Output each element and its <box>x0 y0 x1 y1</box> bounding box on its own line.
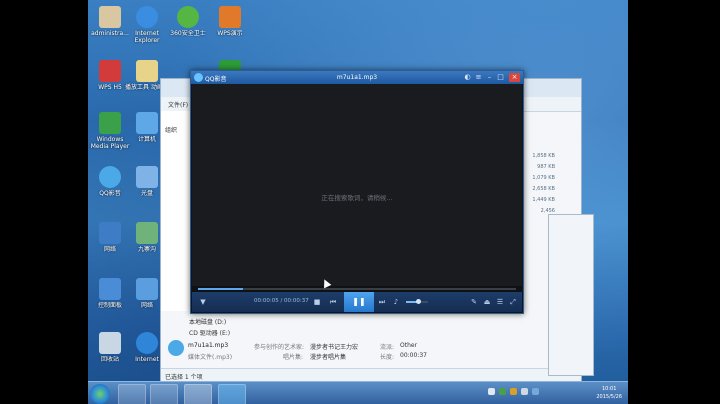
system-clock[interactable]: 10:01 2015/5/26 <box>596 385 622 401</box>
eject-icon[interactable]: ⏏ <box>482 296 492 308</box>
clock-time: 10:01 <box>601 386 617 392</box>
tray-network-icon[interactable] <box>499 388 506 395</box>
taskbar-explorer[interactable] <box>118 384 146 404</box>
desktop-icon-internet-explorer[interactable]: Internet Explorer <box>125 6 169 44</box>
size-cell: 987 KB <box>537 164 555 170</box>
details-file-type: 媒体文件(.mp3) <box>188 354 233 361</box>
next-icon[interactable]: ⏭ <box>377 296 387 308</box>
volume-icon[interactable]: ♪ <box>391 296 401 308</box>
start-button[interactable] <box>90 384 110 404</box>
desktop-icon-360[interactable]: 360安全卫士 <box>166 6 210 37</box>
playlist-icon[interactable]: ☰ <box>495 296 505 308</box>
details-contrib-label: 参与创作的艺术家: <box>254 344 305 351</box>
explorer-navigation-pane: 组织 <box>161 111 192 311</box>
mp3-file-icon <box>168 340 184 356</box>
seek-track[interactable] <box>198 288 516 290</box>
taskbar-app-1[interactable] <box>150 384 178 404</box>
player-controls: ▼ 00:00:05 / 00:00:37 ■ ⏮ ❚❚ ⏭ ♪ ✎ ⏏ ☰ ⤢ <box>192 292 522 312</box>
video-area[interactable]: 正在搜索歌词，请稍候... <box>192 84 522 286</box>
minimize-icon[interactable]: – <box>485 73 494 82</box>
file-details-pane: m7u1a1.mp3 媒体文件(.mp3) 参与创作的艺术家: 漫步者书记王力宏… <box>168 338 578 368</box>
playback-time: 00:00:05 / 00:00:37 <box>254 298 309 304</box>
selection-status: 已选择 1 个项 <box>165 374 203 381</box>
maximize-icon[interactable]: □ <box>496 73 505 82</box>
lyrics-loading-text: 正在搜索歌词，请稍候... <box>321 194 393 202</box>
menu-icon[interactable]: ≡ <box>474 73 483 82</box>
details-album-label: 唱片集: <box>283 354 304 361</box>
details-genre-label: 流派: <box>380 344 395 351</box>
tray-speaker-icon[interactable] <box>521 388 528 395</box>
tools-icon[interactable]: ✎ <box>469 296 479 308</box>
drive-cd-e[interactable]: CD 驱动器 (E:) <box>189 328 230 337</box>
fullscreen-icon[interactable]: ⤢ <box>508 296 518 308</box>
desktop: administra... Internet Explorer 360安全卫士 … <box>88 0 628 404</box>
explorer-menu-file[interactable]: 文件(F) <box>168 100 188 109</box>
tray-security-icon[interactable] <box>510 388 517 395</box>
details-file-name: m7u1a1.mp3 <box>188 342 229 349</box>
details-length-value: 00:00:37 <box>400 352 427 359</box>
explorer-status-bar: 已选择 1 个项 <box>161 368 581 381</box>
size-cell: 1,449 KB <box>532 197 555 203</box>
filter-icon[interactable]: ▼ <box>198 296 208 308</box>
seek-fill <box>198 288 243 290</box>
details-genre-value: Other <box>400 342 418 349</box>
explorer-size-column: 1,858 KB 987 KB 1,079 KB 2,658 KB 1,449 … <box>525 151 555 217</box>
player-titlebar[interactable]: QQ影音 m7u1a1.mp3 ◐ ≡ – □ × <box>191 71 523 84</box>
size-cell: 1,858 KB <box>532 153 555 159</box>
previous-icon[interactable]: ⏮ <box>328 296 338 308</box>
qq-player-window[interactable]: QQ影音 m7u1a1.mp3 ◐ ≡ – □ × 正在搜索歌词，请稍候... … <box>190 70 524 314</box>
volume-slider[interactable] <box>406 299 428 304</box>
explorer-organize-button[interactable]: 组织 <box>165 125 177 134</box>
pause-button[interactable]: ❚❚ <box>344 292 374 312</box>
clock-date: 2015/5/26 <box>596 394 622 400</box>
tray-monitor-icon[interactable] <box>532 388 539 395</box>
taskbar-qq-player[interactable] <box>218 384 246 404</box>
close-icon[interactable]: × <box>509 73 520 82</box>
taskbar: 10:01 2015/5/26 <box>88 381 628 404</box>
drive-local-d[interactable]: 本地磁盘 (D:) <box>189 317 226 326</box>
volume-knob[interactable] <box>416 299 422 304</box>
details-contrib-value: 漫步者书记王力宏 <box>310 344 359 351</box>
details-album-value: 漫步者唱片集 <box>310 354 347 361</box>
stop-icon[interactable]: ■ <box>312 296 322 308</box>
skin-icon[interactable]: ◐ <box>463 73 472 82</box>
size-cell: 2,658 KB <box>532 186 555 192</box>
details-length-label: 长度: <box>380 354 395 361</box>
size-cell: 1,079 KB <box>532 175 555 181</box>
desktop-icon-wps-presentation[interactable]: WPS演示 <box>208 6 252 37</box>
taskbar-wps[interactable] <box>184 384 212 404</box>
tray-up-arrow-icon[interactable] <box>488 388 495 395</box>
